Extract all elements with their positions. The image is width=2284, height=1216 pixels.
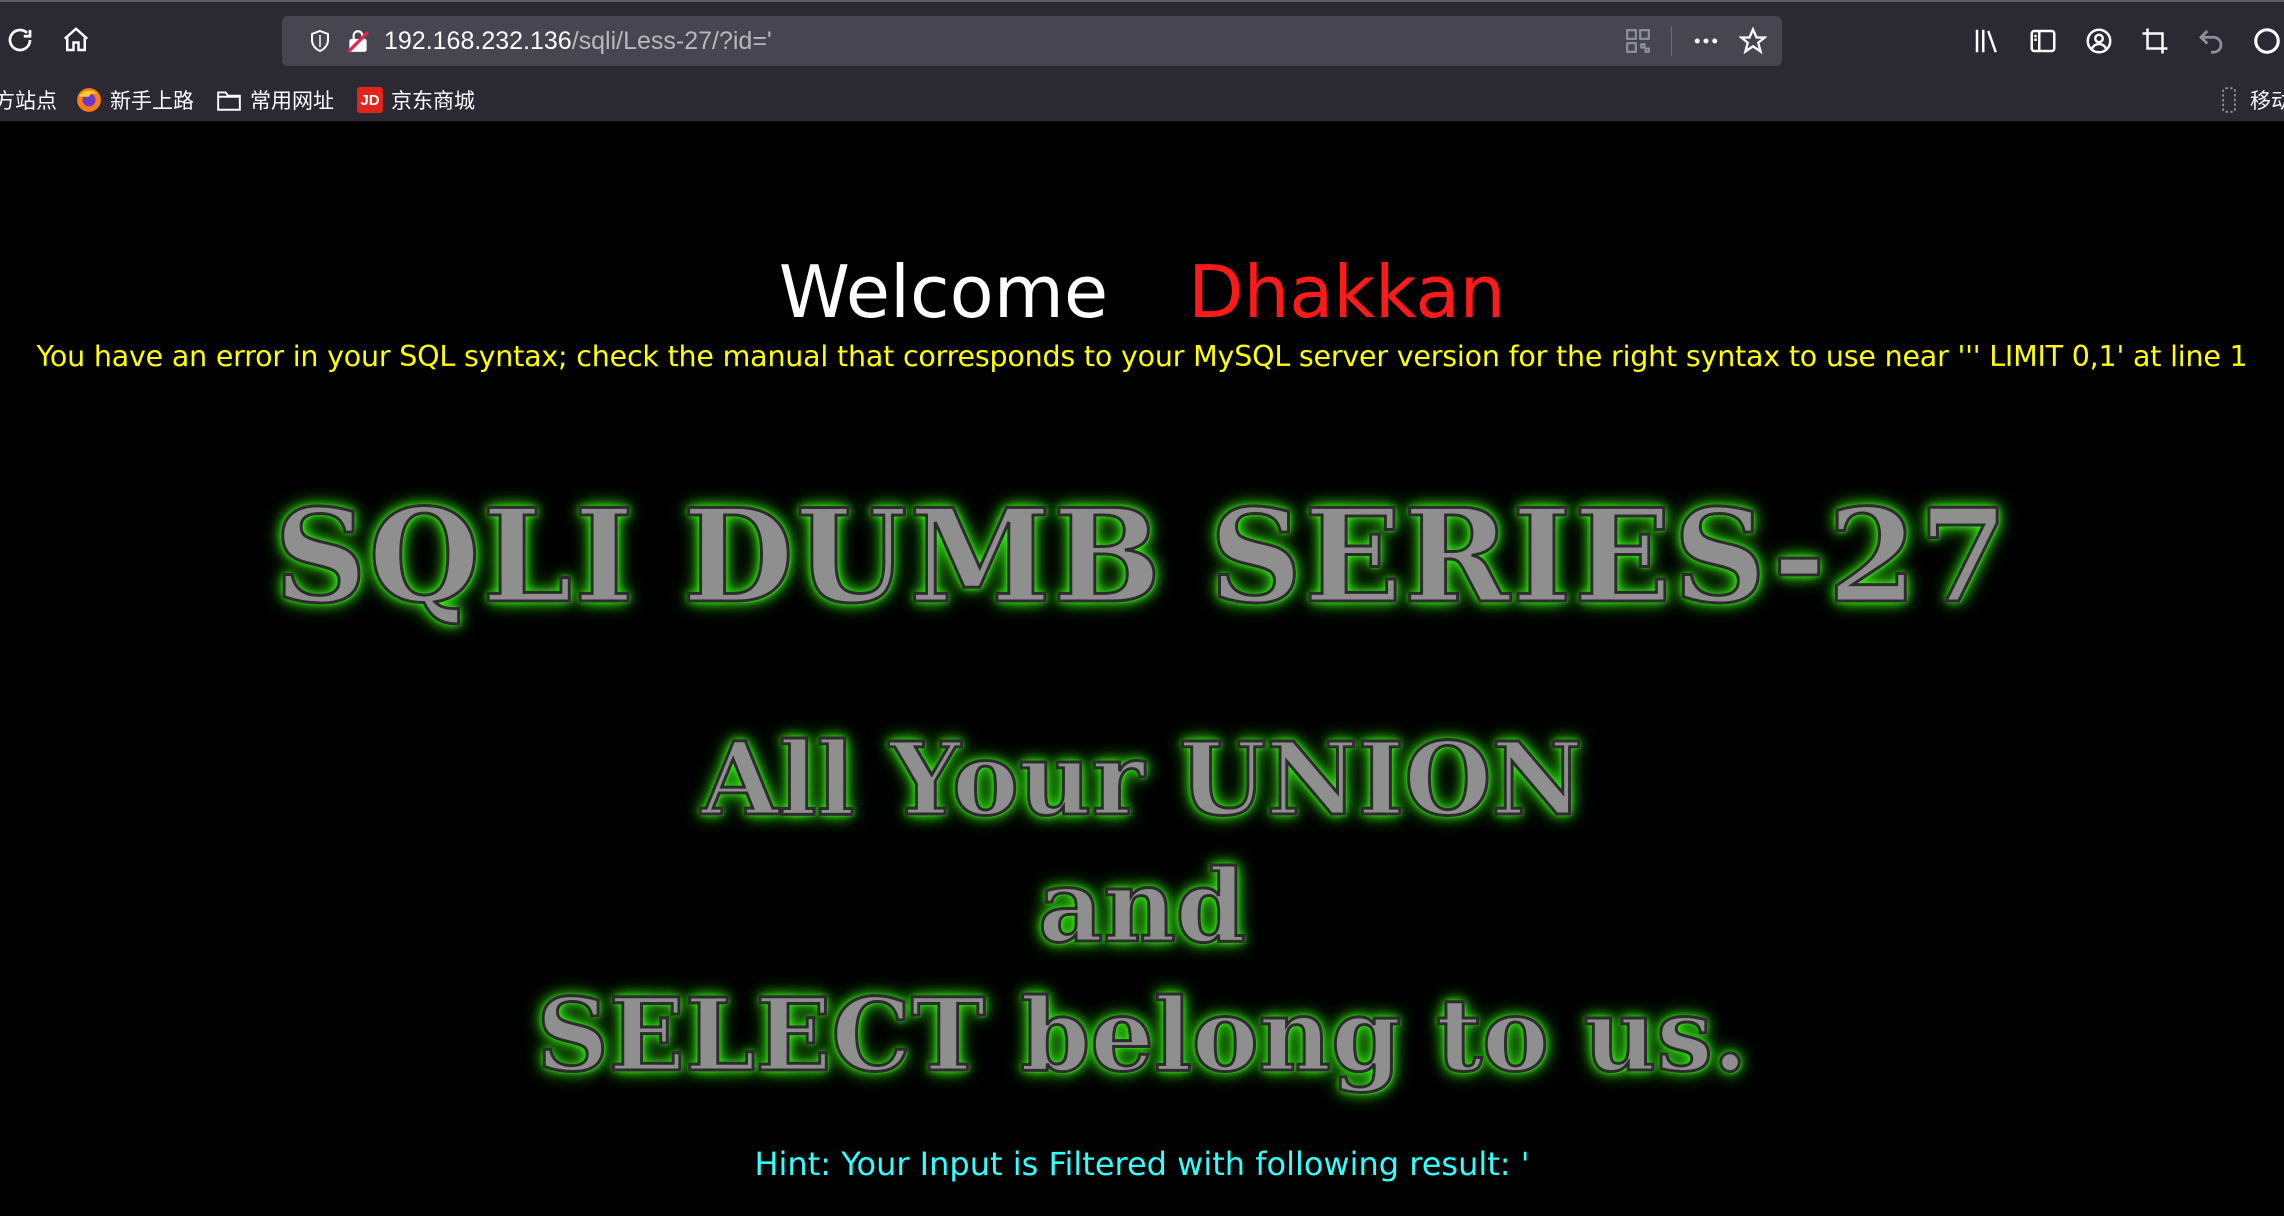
bookmark-common-sites[interactable]: 常用网址 <box>216 78 334 122</box>
shield-icon[interactable] <box>304 25 336 57</box>
bookmark-label: 方站点 <box>0 89 57 113</box>
back-arrow-icon[interactable] <box>2187 17 2235 65</box>
banner-line-2: and <box>1037 846 1247 967</box>
bookmarks-toolbar: 方站点 新手上路 常用网址 JD 京东商城 移动 <box>0 78 2284 122</box>
filter-hint: Hint: Your Input is Filtered with follow… <box>754 1145 1530 1183</box>
bookmark-label: 常用网址 <box>250 89 334 113</box>
url-path: /sqli/Less-27/?id=' <box>571 27 772 55</box>
folder-icon <box>216 87 242 113</box>
mobile-bookmarks[interactable]: 移动 <box>2216 78 2284 122</box>
banner-line-3: SELECT belong to us. <box>535 975 1749 1096</box>
url-text[interactable]: 192.168.232.136/sqli/Less-27/?id=' <box>384 16 772 66</box>
bookmark-label: 新手上路 <box>110 89 194 113</box>
insecure-lock-icon[interactable] <box>342 25 374 57</box>
home-button[interactable] <box>52 16 100 64</box>
jd-logo-icon: JD <box>357 87 383 113</box>
sidebar-icon[interactable] <box>2019 17 2067 65</box>
welcome-heading: Welcome Dhakkan <box>0 250 2284 334</box>
screenshot-crop-icon[interactable] <box>2131 17 2179 65</box>
qr-code-icon[interactable] <box>1622 25 1654 57</box>
browser-toolbar: 192.168.232.136/sqli/Less-27/?id=' <box>0 0 2284 78</box>
page-content: Welcome Dhakkan You have an error in your… <box>0 122 2284 1216</box>
mobile-device-icon <box>2216 87 2242 113</box>
bookmark-star-icon[interactable] <box>1737 25 1769 57</box>
reload-icon <box>8 28 32 52</box>
firefox-icon <box>76 87 102 113</box>
user-name: Dhakkan <box>1188 250 1506 334</box>
account-icon[interactable] <box>2075 17 2123 65</box>
home-icon <box>63 27 89 52</box>
url-bar[interactable]: 192.168.232.136/sqli/Less-27/?id=' <box>282 16 1782 66</box>
bookmark-sites[interactable]: 方站点 <box>0 78 57 122</box>
url-host: 192.168.232.136 <box>384 27 572 55</box>
extension-icon[interactable] <box>2243 17 2284 65</box>
welcome-text: Welcome <box>778 250 1109 334</box>
banner-title: SQLI DUMB SERIES-27 <box>273 481 2010 634</box>
bookmark-jd[interactable]: JD 京东商城 <box>357 78 475 122</box>
page-actions-icon[interactable] <box>1690 25 1722 57</box>
banner-line-1: All Your UNION <box>700 719 1585 840</box>
urlbar-separator <box>1671 26 1672 56</box>
bookmark-label: 京东商城 <box>391 89 475 113</box>
sql-error-message: You have an error in your SQL syntax; ch… <box>36 340 2248 373</box>
bookmark-label: 移动 <box>2250 89 2284 113</box>
library-icon[interactable] <box>1963 17 2011 65</box>
reload-button[interactable] <box>0 16 44 64</box>
bookmark-getting-started[interactable]: 新手上路 <box>76 78 194 122</box>
